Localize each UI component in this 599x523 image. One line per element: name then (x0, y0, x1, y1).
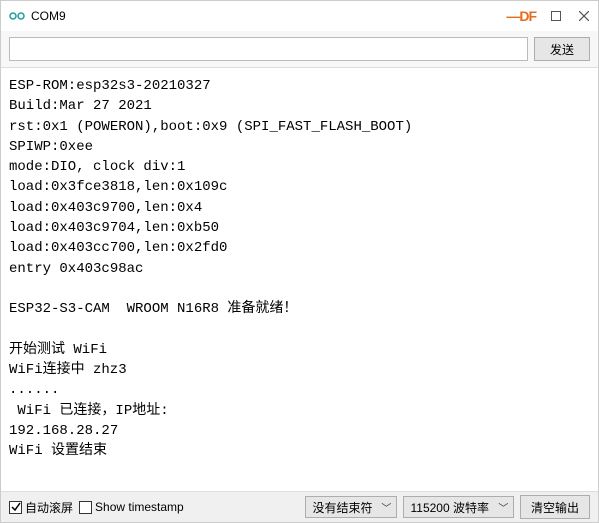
checkbox-icon (79, 501, 92, 514)
baud-select[interactable]: 115200 波特率 〉 (403, 496, 514, 518)
serial-output[interactable]: ESP-ROM:esp32s3-20210327 Build:Mar 27 20… (1, 67, 598, 492)
close-button[interactable] (570, 1, 598, 31)
send-button[interactable]: 发送 (534, 37, 590, 61)
clear-output-button[interactable]: 清空输出 (520, 495, 590, 519)
timestamp-checkbox[interactable]: Show timestamp (79, 500, 184, 514)
autoscroll-checkbox[interactable]: 自动滚屏 (9, 499, 73, 516)
chevron-down-icon: 〉 (496, 502, 511, 512)
checkbox-icon (9, 501, 22, 514)
line-ending-select[interactable]: 没有结束符 〉 (305, 496, 397, 518)
line-ending-value: 没有结束符 (312, 499, 372, 516)
timestamp-label: Show timestamp (95, 500, 184, 514)
maximize-button[interactable] (542, 1, 570, 31)
titlebar: COM9 —DF (1, 1, 598, 31)
df-label: —DF (506, 8, 536, 24)
bottombar: 自动滚屏 Show timestamp 没有结束符 〉 115200 波特率 〉… (1, 492, 598, 522)
baud-value: 115200 波特率 (410, 499, 489, 516)
chevron-down-icon: 〉 (380, 502, 395, 512)
serial-monitor-window: COM9 —DF 发送 ESP-ROM:esp32s3-20210327 Bui… (0, 0, 599, 523)
arduino-icon (9, 8, 25, 24)
send-row: 发送 (1, 31, 598, 67)
send-input[interactable] (9, 37, 528, 61)
autoscroll-label: 自动滚屏 (25, 499, 73, 516)
window-title: COM9 (31, 9, 66, 23)
